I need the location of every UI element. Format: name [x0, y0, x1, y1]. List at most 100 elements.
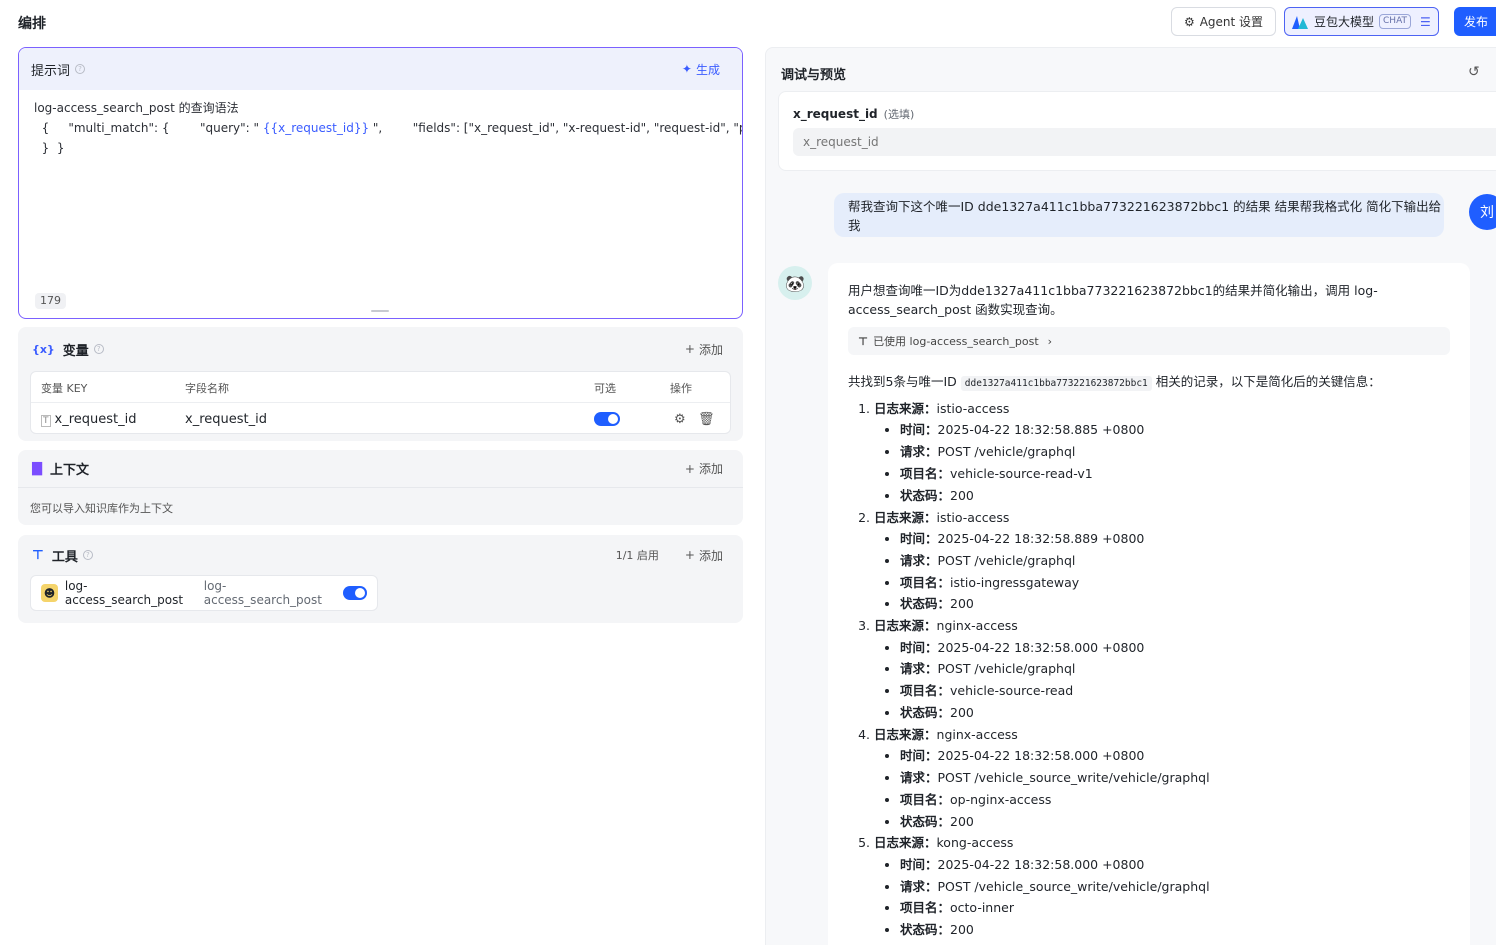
- sparkle-icon: ✦: [681, 62, 692, 76]
- help-icon[interactable]: ?: [93, 344, 104, 354]
- log-status-label: 状态码：: [900, 704, 951, 720]
- log-source: kong-access: [936, 835, 1014, 851]
- log-source: nginx-access: [936, 726, 1018, 742]
- log-source: nginx-access: [936, 618, 1018, 634]
- summary-text: 相关的记录，以下是简化后的关键信息：: [1151, 374, 1381, 389]
- log-details: 时间：2025-04-22 18:32:58.000 +0800请求：POST …: [900, 745, 1450, 832]
- log-project-item: 项目名：vehicle-source-read: [900, 680, 1450, 702]
- variable-name[interactable]: x_request_id: [185, 412, 267, 427]
- log-request-label: 请求：: [900, 552, 938, 568]
- prompt-variable: {{x_request_id}}: [262, 121, 370, 135]
- context-hint: 您可以导入知识库作为上下文: [18, 487, 743, 516]
- log-time: 2025-04-22 18:32:58.885 +0800: [937, 422, 1145, 438]
- variable-key: x_request_id: [54, 412, 137, 427]
- generate-button[interactable]: ✦ 生成: [682, 61, 720, 78]
- log-status-item: 状态码：200: [900, 702, 1450, 724]
- tool-name: log-access_search_post: [64, 579, 184, 607]
- add-label: 添加: [698, 462, 723, 476]
- log-project-item: 项目名：vehicle-source-read-v1: [900, 463, 1450, 485]
- page-title: 编排: [18, 16, 46, 32]
- log-status: 200: [950, 487, 974, 503]
- log-project: vehicle-source-read: [950, 683, 1074, 699]
- log-request: POST /vehicle/graphql: [937, 661, 1076, 677]
- add-variable-button[interactable]: + 添加: [685, 341, 723, 358]
- col-header-name: 字段名称: [185, 382, 229, 395]
- tool-used-button[interactable]: ⊤ 已使用 log-access_search_post ›: [848, 327, 1450, 355]
- debug-variable-input[interactable]: [793, 128, 1496, 156]
- prompt-line: } }: [34, 141, 65, 155]
- prompt-line: log-access_search_post 的查询语法: [34, 101, 239, 115]
- debug-variable-label: x_request_id (选填): [793, 106, 914, 122]
- trash-icon[interactable]: 🗑: [698, 412, 715, 427]
- log-status-item: 状态码：200: [900, 919, 1450, 941]
- prompt-panel: 提示词 ? ✦ 生成 log-access_search_post 的查询语法 …: [18, 47, 743, 319]
- log-time: 2025-04-22 18:32:58.000 +0800: [937, 748, 1145, 764]
- context-title: 上下文: [50, 463, 90, 478]
- tool-icon: ⊤: [32, 547, 44, 563]
- log-list: 日志来源：istio-access时间：2025-04-22 18:32:58.…: [874, 398, 1450, 941]
- log-request: POST /vehicle_source_write/vehicle/graph…: [937, 769, 1210, 785]
- prompt-editor[interactable]: log-access_search_post 的查询语法 { "multi_ma…: [19, 90, 742, 166]
- agent-settings-label: Agent 设置: [1199, 15, 1264, 29]
- log-project: octo-inner: [950, 900, 1014, 916]
- log-request-label: 请求：: [900, 769, 938, 785]
- reset-icon[interactable]: ↺: [1468, 64, 1480, 80]
- optional-text: (选填): [883, 108, 915, 121]
- toggle-switch[interactable]: [594, 412, 620, 426]
- prompt-header: 提示词 ? ✦ 生成: [19, 48, 742, 90]
- user-message: 帮我查询下这个唯一ID dde1327a411c1bba773221623872…: [834, 193, 1444, 237]
- model-select-button[interactable]: 豆包大模型 CHAT ☰: [1284, 7, 1439, 36]
- log-details: 时间：2025-04-22 18:32:58.889 +0800请求：POST …: [900, 528, 1450, 615]
- debug-variable-name: x_request_id: [793, 107, 878, 121]
- add-context-button[interactable]: + 添加: [685, 460, 723, 477]
- variable-key-cell[interactable]: Tx_request_id: [41, 412, 136, 427]
- help-icon[interactable]: ?: [82, 550, 93, 560]
- agent-settings-button[interactable]: ⚙ Agent 设置: [1171, 7, 1276, 36]
- log-status-item: 状态码：200: [900, 485, 1450, 507]
- optional-toggle[interactable]: [594, 412, 620, 430]
- log-status: 200: [950, 596, 974, 612]
- variables-card: {x} 变量 ? + 添加 变量 KEY 字段名称 可选 操作 Tx_reque…: [18, 327, 743, 441]
- log-request-label: 请求：: [900, 661, 938, 677]
- variable-icon: {x}: [32, 342, 55, 356]
- model-tag: CHAT: [1379, 14, 1412, 29]
- col-header-key: 变量 KEY: [41, 382, 88, 395]
- publish-button[interactable]: 发布: [1454, 7, 1496, 36]
- log-time-label: 时间：: [900, 531, 938, 546]
- log-request: POST /vehicle_source_write/vehicle/graph…: [937, 878, 1210, 894]
- log-status-item: 状态码：200: [900, 593, 1450, 615]
- plus-icon: +: [684, 548, 695, 562]
- context-card: ▇ 上下文 + 添加 您可以导入知识库作为上下文: [18, 450, 743, 525]
- log-project-label: 项目名：: [900, 466, 951, 481]
- log-status: 200: [950, 813, 974, 829]
- top-bar: 编排 ⚙ Agent 设置 豆包大模型 CHAT ☰ 发布: [0, 0, 1496, 44]
- log-source-label: 日志来源：: [874, 726, 937, 742]
- log-project: istio-ingressgateway: [950, 574, 1080, 590]
- log-entry: 日志来源：nginx-access 时间：2025-04-22 18:32:58.…: [874, 615, 1450, 724]
- resize-handle[interactable]: [371, 310, 389, 312]
- gear-icon: ⚙: [1183, 14, 1195, 29]
- debug-panel: 调试与预览 ↺ x_request_id (选填) 帮我查询下这个唯一ID dde…: [765, 47, 1496, 945]
- settings-icon[interactable]: ⚙: [674, 412, 686, 427]
- sliders-icon[interactable]: ☰: [1420, 15, 1431, 29]
- log-status-label: 状态码：: [900, 922, 951, 938]
- log-status: 200: [950, 922, 974, 938]
- log-project-label: 项目名：: [900, 900, 951, 916]
- log-time: 2025-04-22 18:32:58.889 +0800: [937, 531, 1145, 546]
- log-status-item: 状态码：200: [900, 811, 1450, 833]
- plus-icon: +: [684, 461, 695, 476]
- log-time-label: 时间：: [900, 639, 938, 655]
- tool-item[interactable]: ☻ log-access_search_post log-access_sear…: [30, 575, 378, 611]
- tool-toggle[interactable]: [342, 586, 367, 600]
- help-icon[interactable]: ?: [75, 64, 86, 74]
- bot-avatar-icon: 🐼: [778, 266, 812, 300]
- tools-card: ⊤ 工具 ? 1/1 启用 + 添加 ☻ log-access_search_p…: [18, 535, 743, 623]
- divider: [31, 402, 730, 403]
- request-id-code: dde1327a411c1bba773221623872bbc1: [960, 376, 1152, 391]
- log-project: vehicle-source-read-v1: [950, 466, 1093, 481]
- summary-text: 共找到5条与唯一ID: [848, 374, 961, 389]
- prompt-line: { "multi_match": { "query": ": [34, 121, 263, 135]
- add-tool-button[interactable]: + 添加: [685, 547, 723, 564]
- log-request-item: 请求：POST /vehicle_source_write/vehicle/gr…: [900, 767, 1450, 789]
- tool-icon: ⊤: [858, 334, 869, 348]
